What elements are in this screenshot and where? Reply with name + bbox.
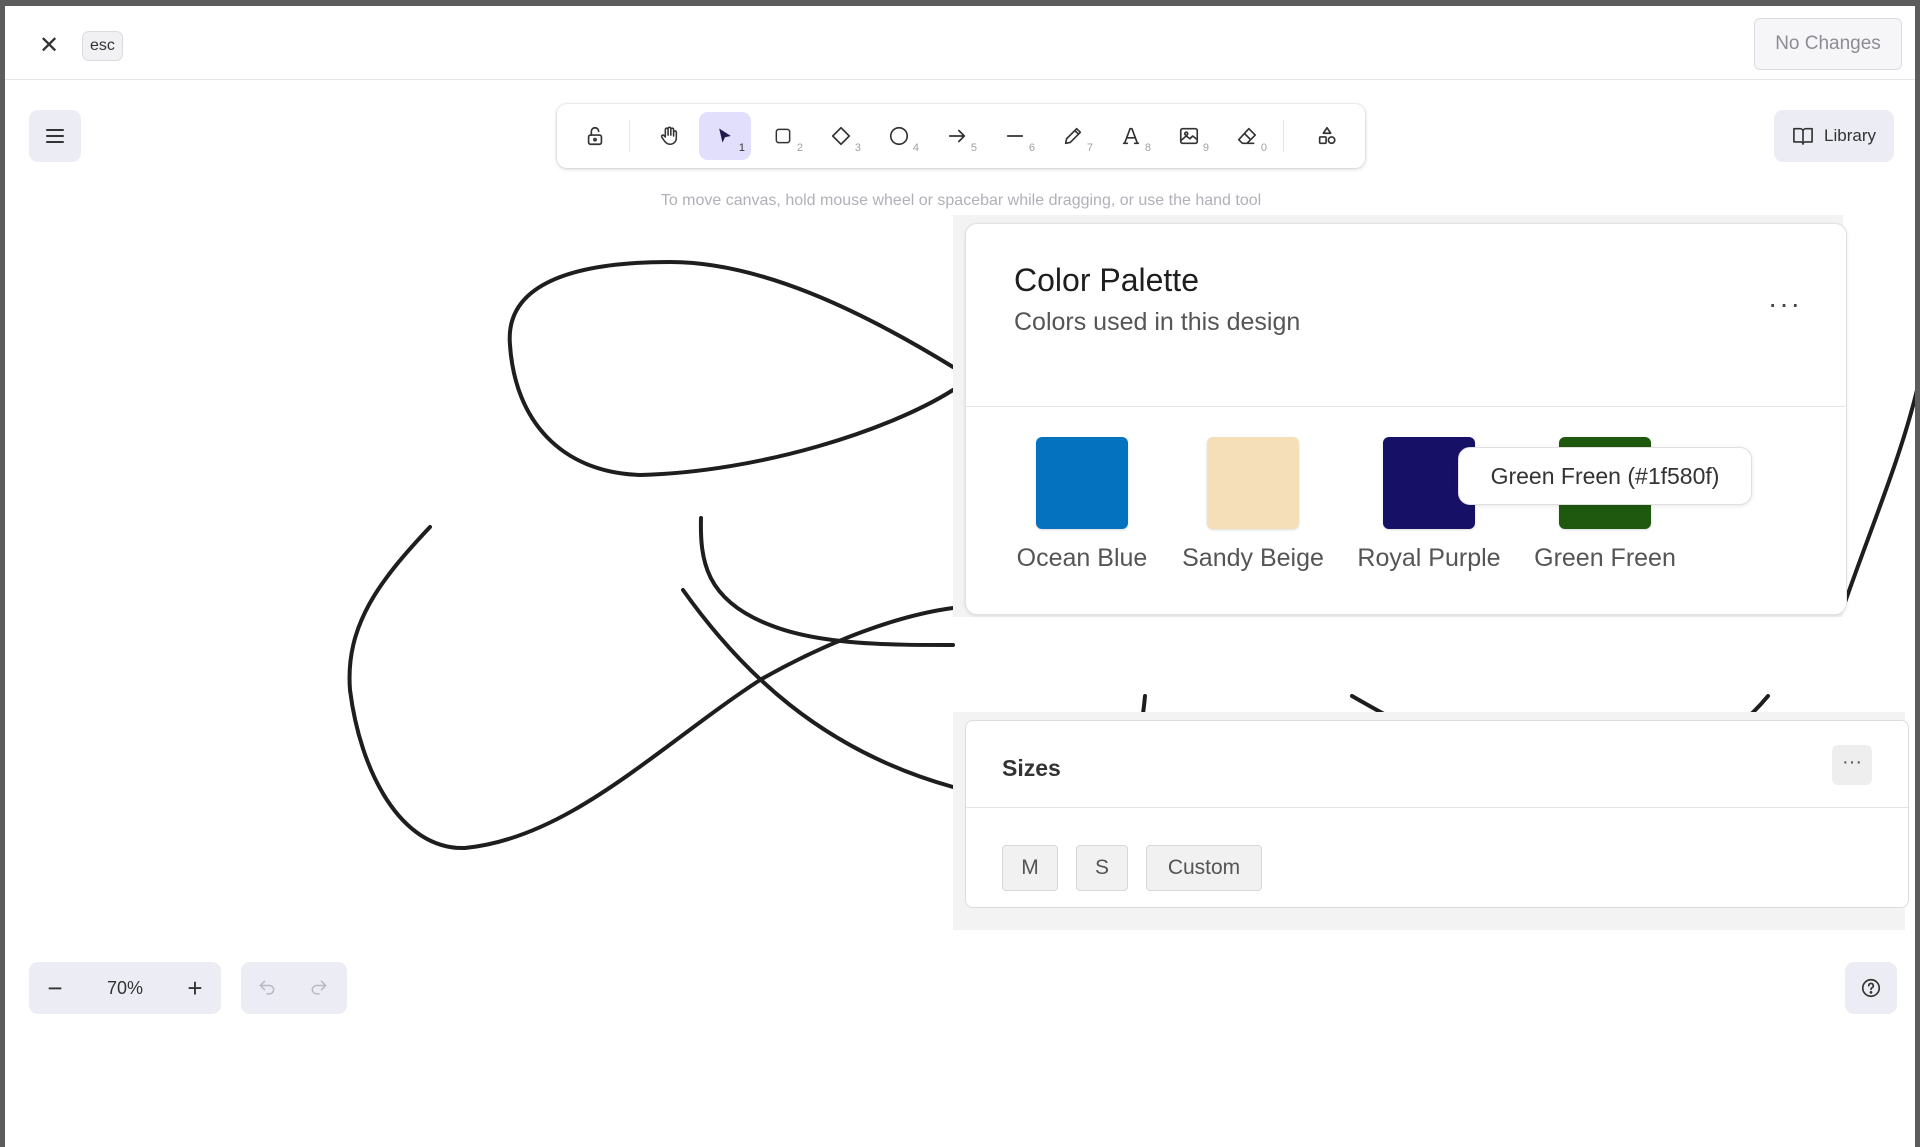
shortcut-number: 2 [796,142,803,154]
swatch-label: Ocean Blue [1016,544,1148,572]
color-palette-card: Color Palette Colors used in this design… [965,223,1847,615]
shortcut-number: 0 [1260,142,1267,154]
swatch-ocean-blue[interactable] [1036,437,1128,529]
swatch-label: Royal Purple [1357,544,1501,572]
swatch-sandy-beige[interactable] [1207,437,1299,529]
hamburger-icon [46,129,64,143]
draw-tool-button[interactable]: 7 [1047,112,1099,160]
arrow-tool-button[interactable]: 5 [931,112,983,160]
swatch-label: Green Freen [1534,544,1676,572]
shortcut-number: 9 [1202,142,1209,154]
arrow-icon [948,129,966,143]
stroke-right-edge [1841,389,1915,610]
stroke-middle-curve [698,516,955,647]
shortcut-number: 5 [970,142,977,154]
shortcut-number: 4 [912,142,919,154]
image-icon [1179,127,1199,145]
diamond-tool-button[interactable]: 3 [815,112,867,160]
divider [966,406,1846,407]
selection-tool-button[interactable]: 1 [699,112,751,160]
text-icon [1122,127,1140,145]
shapes-icon [1318,126,1336,145]
swatch-label: Sandy Beige [1182,544,1324,572]
history-controls [241,962,347,1014]
size-option-m[interactable]: M [1002,845,1058,891]
canvas-hint: To move canvas, hold mouse wheel or spac… [660,192,1262,209]
shortcut-number: 7 [1086,142,1093,154]
size-option-s[interactable]: S [1076,845,1128,891]
zoom-controls: − 70% + [29,962,221,1014]
zoom-in-button[interactable]: + [169,962,221,1014]
rectangle-tool-button[interactable]: 2 [757,112,809,160]
text-tool-button[interactable]: 8 [1105,112,1157,160]
image-tool-button[interactable]: 9 [1163,112,1215,160]
eraser-icon [1237,127,1257,145]
swatch-tooltip: Green Freen (#1f580f) [1458,447,1752,505]
palette-subtitle: Colors used in this design [1014,308,1301,336]
cursor-icon [719,128,731,143]
rectangle-icon [775,128,791,144]
editor-window: ✕ esc No Changes 1 2 3 4 5 6 7 8 9 0 To … [5,6,1915,1147]
redo-icon [311,980,327,995]
more-options-icon[interactable]: ··· [1768,288,1802,320]
stroke-left-wave [347,525,955,851]
undo-icon [259,980,275,995]
shortcut-number: 8 [1144,142,1151,154]
undo-button[interactable] [241,962,293,1014]
shape-toolbar: 1 2 3 4 5 6 7 8 9 0 [557,104,1365,168]
hand-icon [660,126,678,146]
library-label: Library [1824,126,1876,145]
zoom-out-button[interactable]: − [29,962,81,1014]
book-icon [1793,127,1813,145]
ellipse-icon [889,126,909,146]
divider [966,807,1908,808]
toolbar-separator [629,120,630,152]
lock-tool-button[interactable] [569,112,621,160]
palette-title: Color Palette [1014,262,1199,298]
stroke-cross [681,588,955,789]
hand-tool-button[interactable] [643,112,695,160]
shortcut-number: 3 [854,142,861,154]
more-options-icon[interactable]: ··· [1832,745,1872,785]
zoom-level[interactable]: 70% [81,962,169,1014]
main-menu-button[interactable] [29,110,81,162]
library-button[interactable]: Library [1774,110,1894,162]
shortcut-number: 6 [1028,142,1035,154]
sizes-title: Sizes [1002,755,1061,781]
lock-icon [587,126,603,146]
line-icon [1006,135,1024,137]
extra-tools-button[interactable] [1301,112,1353,160]
pencil-icon [1064,127,1082,145]
redo-button[interactable] [293,962,345,1014]
stroke-loop [507,259,955,478]
size-option-custom[interactable]: Custom [1146,845,1262,891]
sizes-card: Sizes ··· M S Custom [965,720,1909,908]
diamond-icon [831,126,851,146]
eraser-tool-button[interactable]: 0 [1221,112,1273,160]
help-button[interactable] [1845,962,1897,1014]
ellipse-tool-button[interactable]: 4 [873,112,925,160]
toolbar-separator [1283,120,1284,152]
shortcut-number: 1 [738,142,745,154]
help-icon [1861,978,1881,998]
line-tool-button[interactable]: 6 [989,112,1041,160]
